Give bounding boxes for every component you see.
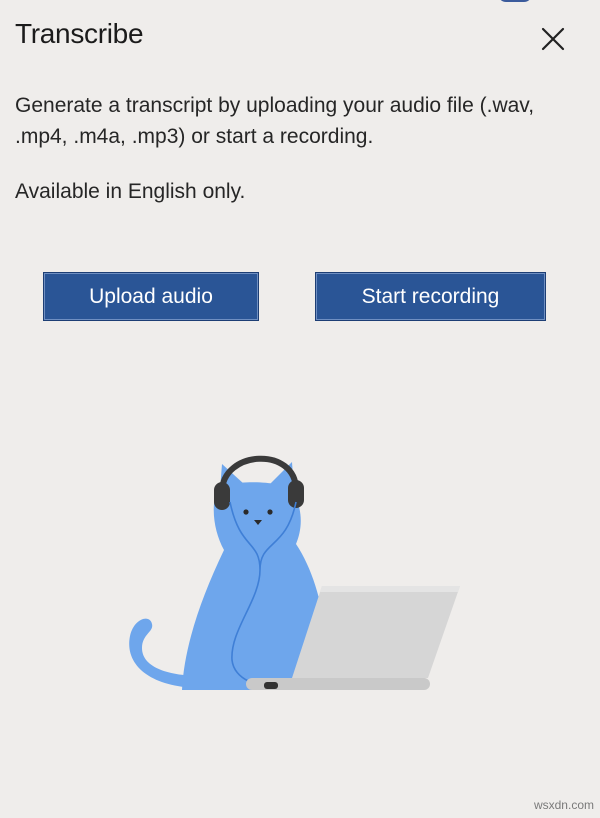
avatar-edge <box>498 0 532 2</box>
pane-title: Transcribe <box>15 18 144 49</box>
cat-illustration <box>129 455 460 690</box>
close-icon <box>541 27 565 51</box>
laptop-base-notch <box>264 682 278 689</box>
language-note: Available in English only. <box>15 180 246 203</box>
cat-eye-right <box>267 509 273 515</box>
start-recording-button[interactable]: Start recording <box>315 272 546 321</box>
headphone-left-cup <box>214 482 230 510</box>
close-button[interactable] <box>536 22 570 56</box>
pane-description: Generate a transcript by uploading your … <box>15 94 535 148</box>
laptop-screen-bezel <box>320 586 460 592</box>
watermark: wsxdn.com <box>533 798 594 812</box>
transcribe-pane: Transcribe Generate a transcript by uplo… <box>0 0 600 818</box>
upload-audio-button[interactable]: Upload audio <box>43 272 259 321</box>
cat-eye-left <box>243 509 249 515</box>
